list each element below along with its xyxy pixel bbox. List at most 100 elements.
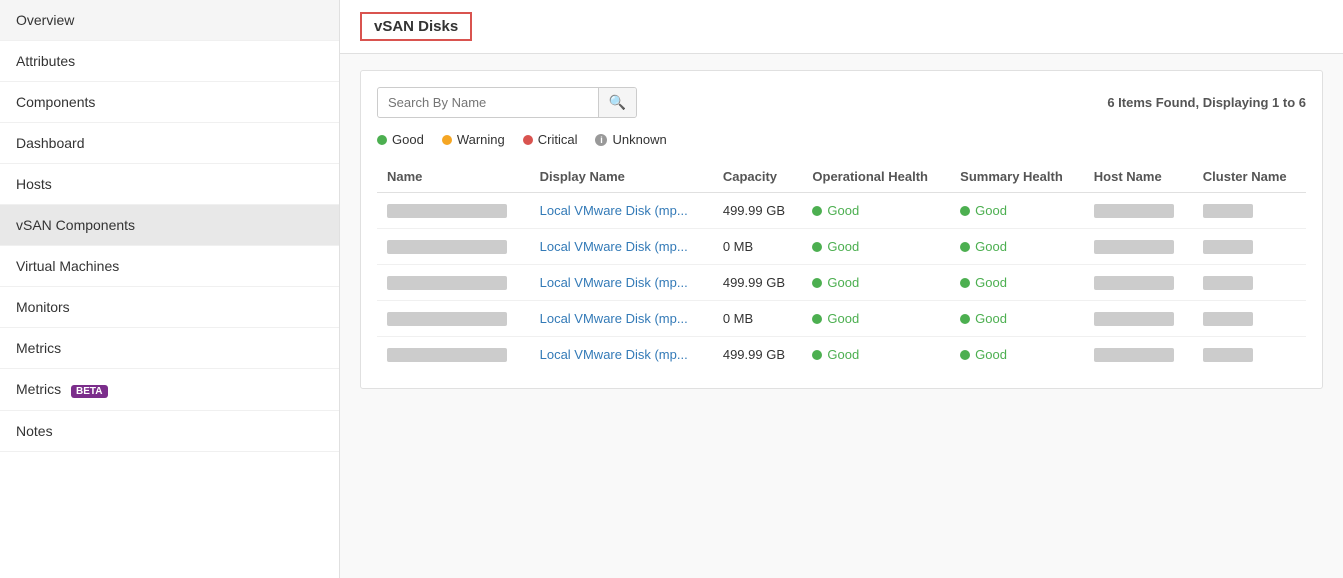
cell-display-name[interactable]: Local VMware Disk (mp... [530,337,713,373]
cell-name: ████████████████ [377,337,530,373]
table-row: ████████████████ Local VMware Disk (mp...… [377,337,1306,373]
items-found: 6 Items Found, Displaying 1 to 6 [1107,95,1306,110]
sidebar-item-metrics[interactable]: Metrics [0,328,339,369]
cell-display-name[interactable]: Local VMware Disk (mp... [530,193,713,229]
col-host-name: Host Name [1084,161,1193,193]
sidebar-item-notes[interactable]: Notes [0,411,339,452]
status-dot [960,350,970,360]
status-label: Good [827,239,859,254]
critical-dot [523,135,533,145]
good-dot [377,135,387,145]
sidebar-item-attributes[interactable]: Attributes [0,41,339,82]
cell-capacity: 0 MB [713,301,803,337]
cell-display-name[interactable]: Local VMware Disk (mp... [530,301,713,337]
data-table: Name Display Name Capacity Operational H… [377,161,1306,372]
status-label: Good [827,203,859,218]
status-label: Good [827,275,859,290]
col-capacity: Capacity [713,161,803,193]
search-input[interactable] [378,89,598,116]
sidebar-item-monitors[interactable]: Monitors [0,287,339,328]
status-dot [812,314,822,324]
cell-summary-health: Good [950,193,1084,229]
status-label: Good [975,347,1007,362]
status-dot [812,278,822,288]
sidebar-item-overview[interactable]: Overview [0,0,339,41]
status-label: Good [975,239,1007,254]
cell-cluster-name: ████ [1193,193,1306,229]
display-name-link[interactable]: Local VMware Disk (mp... [540,311,688,326]
legend-warning: Warning [442,132,505,147]
legend-good: Good [377,132,424,147]
cell-capacity: 0 MB [713,229,803,265]
cell-name: ████████████████ [377,265,530,301]
status-label: Good [827,311,859,326]
cell-cluster-name: ████ [1193,229,1306,265]
warning-dot [442,135,452,145]
status-dot [960,242,970,252]
status-label: Good [975,203,1007,218]
cell-name: ████████████████ [377,229,530,265]
display-name-link[interactable]: Local VMware Disk (mp... [540,347,688,362]
page-title: vSAN Disks [360,12,472,41]
cell-summary-health: Good [950,229,1084,265]
status-label: Good [975,311,1007,326]
sidebar-item-dashboard[interactable]: Dashboard [0,123,339,164]
cell-operational-health: Good [802,301,950,337]
sidebar-item-label: Metrics [16,340,61,356]
sidebar-item-label: Notes [16,423,53,439]
cell-operational-health: Good [802,337,950,373]
cell-summary-health: Good [950,265,1084,301]
search-input-wrap: 🔍 [377,87,637,118]
col-name: Name [377,161,530,193]
col-cluster-name: Cluster Name [1193,161,1306,193]
main-panel: 🔍 6 Items Found, Displaying 1 to 6 Good … [360,70,1323,389]
table-row: ████████████████ Local VMware Disk (mp...… [377,229,1306,265]
sidebar-item-components[interactable]: Components [0,82,339,123]
search-row: 🔍 6 Items Found, Displaying 1 to 6 [377,87,1306,118]
status-dot [960,278,970,288]
status-dot [960,314,970,324]
sidebar-item-label: Hosts [16,176,52,192]
status-label: Good [975,275,1007,290]
cell-operational-health: Good [802,265,950,301]
cell-capacity: 499.99 GB [713,265,803,301]
status-dot [960,206,970,216]
cell-host-name: ██████████ [1084,193,1193,229]
display-name-link[interactable]: Local VMware Disk (mp... [540,275,688,290]
sidebar-item-vsan-components[interactable]: vSAN Components [0,205,339,246]
sidebar: Overview Attributes Components Dashboard… [0,0,340,578]
status-dot [812,242,822,252]
cell-display-name[interactable]: Local VMware Disk (mp... [530,265,713,301]
cell-cluster-name: ████ [1193,337,1306,373]
cell-cluster-name: ████ [1193,265,1306,301]
table-header: Name Display Name Capacity Operational H… [377,161,1306,193]
table-row: ████████████████Local VMware Disk (mp...… [377,193,1306,229]
sidebar-item-label: Monitors [16,299,70,315]
legend-good-label: Good [392,132,424,147]
cell-operational-health: Good [802,229,950,265]
cell-cluster-name: ████ [1193,301,1306,337]
sidebar-item-hosts[interactable]: Hosts [0,164,339,205]
sidebar-item-label: Components [16,94,95,110]
legend-warning-label: Warning [457,132,505,147]
table-body: ████████████████Local VMware Disk (mp...… [377,193,1306,373]
legend: Good Warning Critical i Unknown [377,132,1306,147]
beta-badge: BETA [71,385,107,398]
cell-host-name: ██████████ [1084,301,1193,337]
cell-display-name[interactable]: Local VMware Disk (mp... [530,229,713,265]
sidebar-item-label: vSAN Components [16,217,135,233]
display-name-link[interactable]: Local VMware Disk (mp... [540,203,688,218]
cell-name: ████████████████ [377,301,530,337]
sidebar-item-virtual-machines[interactable]: Virtual Machines [0,246,339,287]
table-row: ████████████████ Local VMware Disk (mp...… [377,301,1306,337]
cell-summary-health: Good [950,301,1084,337]
sidebar-item-metrics-beta[interactable]: Metrics BETA [0,369,339,411]
cell-summary-health: Good [950,337,1084,373]
sidebar-item-label: Metrics [16,381,61,397]
display-name-link[interactable]: Local VMware Disk (mp... [540,239,688,254]
sidebar-item-label: Dashboard [16,135,85,151]
cell-capacity: 499.99 GB [713,193,803,229]
col-operational-health: Operational Health [802,161,950,193]
search-button[interactable]: 🔍 [598,88,636,117]
sidebar-item-label: Overview [16,12,74,28]
